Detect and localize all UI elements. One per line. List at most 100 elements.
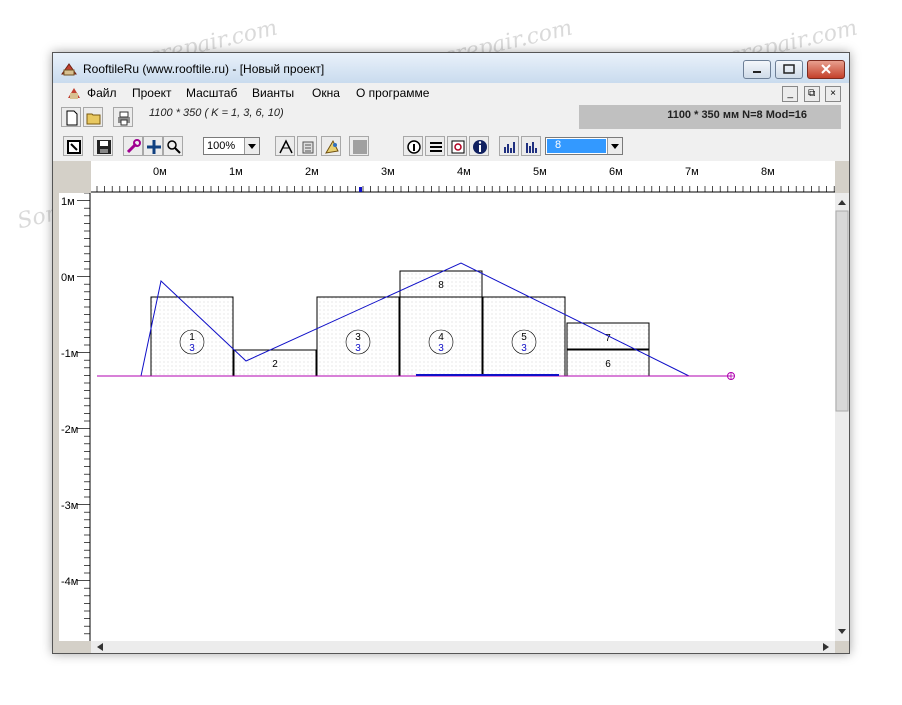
tile-label: 4 <box>438 332 444 343</box>
print-button[interactable] <box>113 107 133 127</box>
zoom-select[interactable]: 100% <box>203 137 260 155</box>
close-button[interactable] <box>807 60 845 79</box>
mdi-minimize-button[interactable]: _ <box>782 86 799 102</box>
ruler-label: 5м <box>533 166 547 178</box>
chevron-down-icon[interactable] <box>607 138 622 154</box>
horizontal-scrollbar[interactable] <box>91 641 835 653</box>
variant-value: 8 <box>547 139 606 153</box>
print-preview-button[interactable] <box>447 136 467 156</box>
info-button[interactable] <box>469 136 489 156</box>
new-file-icon <box>66 110 78 126</box>
ruler-label: 6м <box>609 166 623 178</box>
tile-label: 8 <box>438 280 444 291</box>
info-icon <box>473 140 487 154</box>
chevron-down-icon[interactable] <box>244 138 259 154</box>
ruler-label: 8м <box>761 166 775 178</box>
ruler-label: -3м <box>61 500 78 512</box>
layout-button[interactable] <box>63 136 83 156</box>
settings-tool-icon <box>126 139 141 154</box>
app-icon <box>61 63 77 76</box>
move-icon <box>147 140 161 154</box>
print-preview-icon <box>451 140 465 154</box>
tile-6[interactable]: 6 <box>566 349 650 377</box>
menu-file[interactable]: Файл <box>87 86 117 100</box>
paint-tool-icon <box>325 139 339 154</box>
mdi-controls: _ ⧉ × <box>780 85 841 102</box>
tile-label: 5 <box>521 332 527 343</box>
tile-8[interactable]: 8 <box>399 270 483 298</box>
gray-box-icon <box>353 140 367 154</box>
menu-about[interactable]: О программе <box>356 86 429 100</box>
zoom-value: 100% <box>207 140 236 152</box>
ruler-marker <box>359 187 362 192</box>
layers-button[interactable] <box>425 136 445 156</box>
scroll-arrows-icon <box>835 200 849 634</box>
zoom-button[interactable] <box>163 136 183 156</box>
open-folder-icon <box>86 113 101 125</box>
tile-1[interactable]: 1 3 <box>150 296 234 377</box>
tile-tool-icon <box>279 139 293 154</box>
ruler-label: 7м <box>685 166 699 178</box>
ruler-label: 0м <box>153 166 167 178</box>
layers-icon <box>430 142 442 152</box>
mdi-close-button[interactable]: × <box>825 86 841 102</box>
tile-label: 1 <box>189 332 195 343</box>
dimension-info: 1100 * 350 ( K = 1, 3, 6, 10) <box>149 107 284 119</box>
baseline-endpoint-icon[interactable] <box>727 372 735 380</box>
ruler-label: -1м <box>61 348 78 360</box>
vertical-scrollbar[interactable] <box>835 193 849 641</box>
tile-label: 6 <box>605 359 611 370</box>
menu-windows[interactable]: Окна <box>312 86 340 100</box>
save-button[interactable] <box>93 136 113 156</box>
new-file-button[interactable] <box>61 107 81 127</box>
ruler-label: 1м <box>61 196 75 208</box>
variant-select[interactable]: 8 <box>545 137 623 155</box>
open-button[interactable] <box>83 107 103 127</box>
menu-project[interactable]: Проект <box>132 86 172 100</box>
hscroll-arrows-icon <box>97 643 829 651</box>
tile-3[interactable]: 3 3 <box>316 296 400 377</box>
minimize-button[interactable] <box>743 60 771 79</box>
paint-tool-button[interactable] <box>321 136 341 156</box>
tile-2[interactable]: 2 <box>233 349 317 377</box>
bar-chart2-button[interactable] <box>521 136 541 156</box>
save-icon <box>97 140 111 154</box>
drawing-toolbar: 100% 8 <box>53 131 849 161</box>
menu-scale[interactable]: Масштаб <box>186 86 237 100</box>
info1-icon <box>407 140 421 154</box>
maximize-button[interactable] <box>775 60 803 79</box>
mdi-restore-button[interactable]: ⧉ <box>803 86 820 102</box>
horizontal-ruler: 0м1м2м3м4м5м6м7м8м9 <box>91 161 843 193</box>
bar-chart-button[interactable] <box>499 136 519 156</box>
drawing-canvas[interactable]: 1 3 2 3 3 4 3 8 5 3 7 6 <box>91 193 835 641</box>
roof-drawing[interactable]: 1 3 2 3 3 4 3 8 5 3 7 6 <box>91 193 835 641</box>
menu-bar: Файл Проект Масштаб Вианты Окна О програ… <box>53 83 849 103</box>
tile-count: 3 <box>438 343 444 354</box>
main-toolbar: 1100 * 350 ( K = 1, 3, 6, 10) 1100 * 350… <box>53 103 849 132</box>
menu-variants[interactable]: Вианты <box>252 86 294 100</box>
status-info: 1100 * 350 мм N=8 Mod=16 <box>667 109 807 121</box>
move-button[interactable] <box>143 136 163 156</box>
tile-label: 2 <box>272 359 278 370</box>
delete-tool-icon <box>302 141 314 154</box>
tile-4[interactable]: 4 3 <box>399 296 483 377</box>
gray-box-button[interactable] <box>349 136 369 156</box>
vertical-ruler-svg: 1м 0м -1м -2м -3м -4м <box>61 192 91 641</box>
horizontal-ruler-svg: 0м1м2м3м4м5м6м7м8м9 <box>91 166 843 193</box>
ruler-label: 4м <box>457 166 471 178</box>
title-bar: RooftileRu (www.rooftile.ru) - [Новый пр… <box>53 53 849 84</box>
zoom-icon <box>167 140 181 154</box>
vertical-ruler: 1м 0м -1м -2м -3м -4м <box>59 192 91 641</box>
tile-label: 3 <box>355 332 361 343</box>
delete-tool-button[interactable] <box>297 136 317 156</box>
tile-count: 3 <box>355 343 361 354</box>
print-icon <box>118 111 130 126</box>
ruler-label: -2м <box>61 424 78 436</box>
status-panel: 1100 * 350 мм N=8 Mod=16 <box>579 105 841 129</box>
settings-tool-button[interactable] <box>123 136 143 156</box>
tile-tool-button[interactable] <box>275 136 295 156</box>
info1-button[interactable] <box>403 136 423 156</box>
bar-chart2-icon <box>526 142 537 153</box>
layout-icon <box>67 140 81 154</box>
bar-chart-icon <box>504 142 515 153</box>
